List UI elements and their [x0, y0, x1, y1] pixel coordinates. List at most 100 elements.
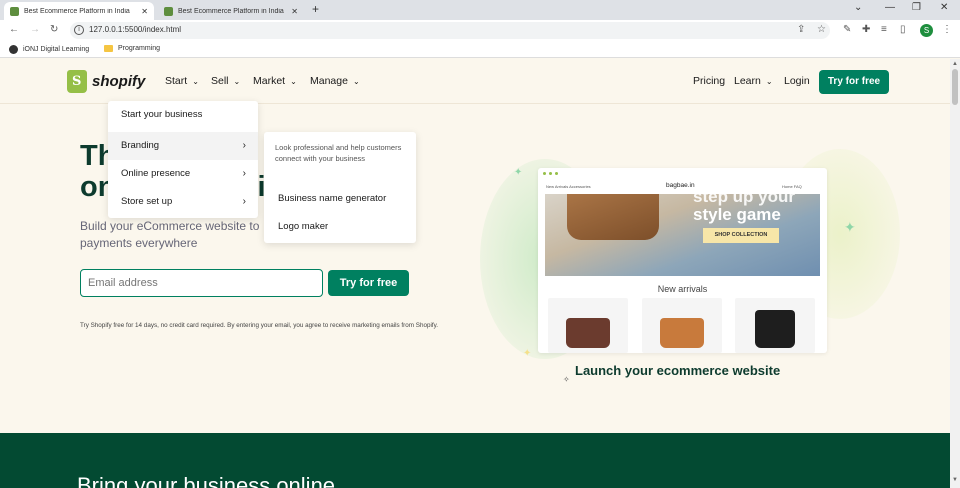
- tab-title: Best Ecommerce Platform in India: [178, 7, 284, 15]
- chevron-right-icon: ›: [242, 196, 246, 207]
- shopify-favicon-icon: [10, 6, 19, 16]
- menu-item-label: Store set up: [121, 196, 173, 207]
- mockup-product-card: [735, 298, 815, 353]
- globe-icon: [9, 45, 18, 54]
- nav-label: Manage: [310, 75, 348, 87]
- menu-item-label: Online presence: [121, 168, 191, 179]
- trial-disclaimer: Try Shopify free for 14 days, no credit …: [80, 322, 439, 329]
- mockup-product-card: [548, 298, 628, 353]
- branding-submenu: Look professional and help customers con…: [264, 132, 416, 243]
- handbag-image: [660, 318, 704, 348]
- nav-market[interactable]: Market ⌄: [253, 75, 297, 87]
- nav-login[interactable]: Login: [784, 75, 810, 87]
- tab-title: Best Ecommerce Platform in India: [24, 7, 130, 15]
- mockup-store-name: bagbae.in: [666, 182, 695, 189]
- scroll-thumb[interactable]: [952, 69, 958, 105]
- scroll-up-icon[interactable]: ▲: [952, 61, 958, 67]
- extension-pen-icon[interactable]: ✎: [843, 24, 851, 35]
- handbag-image: [567, 194, 659, 240]
- reading-list-icon[interactable]: ≡: [881, 24, 887, 35]
- nav-pricing[interactable]: Pricing: [693, 75, 725, 87]
- shopify-bag-icon: [67, 70, 87, 93]
- logo-text: shopify: [92, 73, 146, 90]
- browser-tabstrip: Best Ecommerce Platform in India ✕ Best …: [0, 0, 960, 20]
- new-tab-icon[interactable]: +: [312, 2, 319, 16]
- nav-sell[interactable]: Sell ⌄: [211, 75, 240, 87]
- bookmark-label: iONJ Digital Learning: [23, 46, 90, 53]
- mockup-headline-main: style game: [693, 205, 781, 224]
- menu-item-online-presence[interactable]: Online presence ›: [108, 160, 258, 188]
- restore-icon[interactable]: ❐: [912, 2, 921, 13]
- page-scrollbar[interactable]: ▲ ▼: [950, 59, 960, 488]
- band-heading: Bring your business online: [77, 473, 336, 488]
- mockup-caption: Launch your ecommerce website: [575, 363, 781, 378]
- submenu-description: Look professional and help customers con…: [275, 143, 402, 163]
- mockup-banner: step up your style game SHOP COLLECTION: [545, 194, 820, 276]
- page-viewport: shopify Start ⌄ Sell ⌄ Market ⌄ Manage ⌄ Pri…: [0, 59, 950, 488]
- handbag-image: [566, 318, 610, 348]
- close-icon[interactable]: ✕: [291, 7, 298, 16]
- mockup-nav-right: Home FAQ: [782, 184, 802, 189]
- mockup-headline-top: step up your: [693, 194, 796, 206]
- share-icon[interactable]: ⇪: [797, 24, 805, 35]
- email-input[interactable]: [80, 269, 323, 297]
- bookmark-label: Programming: [118, 45, 161, 52]
- tab-search-icon[interactable]: ⌄: [854, 2, 862, 13]
- browser-toolbar: ← → ↻ i 127.0.0.1:5500/index.html ⇪ ☆ ✎ …: [0, 20, 960, 41]
- submenu-logo-maker[interactable]: Logo maker: [278, 221, 328, 232]
- mockup-window-dots: [543, 172, 558, 175]
- menu-item-store-setup[interactable]: Store set up ›: [108, 188, 258, 216]
- shopify-favicon-icon: [164, 6, 173, 16]
- folder-icon: [104, 45, 113, 52]
- extensions-puzzle-icon[interactable]: ✚: [862, 24, 870, 35]
- bookmark-ionj[interactable]: iONJ Digital Learning: [9, 45, 89, 54]
- menu-item-start-business[interactable]: Start your business: [108, 101, 258, 129]
- sparkle-icon: ✦: [523, 348, 532, 359]
- minimize-icon[interactable]: —: [885, 2, 895, 13]
- menu-item-label: Start your business: [121, 109, 203, 120]
- close-window-icon[interactable]: ✕: [940, 2, 948, 13]
- mockup-section-title: New arrivals: [657, 284, 708, 294]
- bookmark-programming[interactable]: Programming: [104, 45, 160, 52]
- site-info-icon[interactable]: i: [74, 25, 84, 35]
- forward-icon[interactable]: →: [30, 24, 40, 35]
- mockup-shop-button: SHOP COLLECTION: [703, 228, 779, 243]
- nav-label: Start: [165, 75, 188, 87]
- sparkle-icon: ✦: [844, 219, 856, 235]
- hero-subtitle: Build your eCommerce website to payments…: [80, 219, 260, 250]
- nav-label: Market: [253, 75, 286, 87]
- site-header: shopify Start ⌄ Sell ⌄ Market ⌄ Manage ⌄ Pri…: [0, 59, 950, 104]
- scroll-down-icon[interactable]: ▼: [952, 477, 958, 483]
- nav-start[interactable]: Start ⌄: [165, 75, 199, 87]
- side-panel-icon[interactable]: ▯: [900, 24, 906, 35]
- try-free-hero-button[interactable]: Try for free: [328, 270, 409, 296]
- nav-label: Sell: [211, 75, 229, 87]
- submenu-business-name-generator[interactable]: Business name generator: [278, 193, 386, 204]
- chevron-down-icon: ⌄: [290, 77, 297, 86]
- menu-item-branding[interactable]: Branding ›: [108, 132, 258, 160]
- reload-icon[interactable]: ↻: [50, 24, 58, 35]
- browser-tab-2[interactable]: Best Ecommerce Platform in India ✕: [158, 2, 304, 20]
- nav-label: Login: [784, 75, 810, 87]
- chevron-down-icon: ⌄: [352, 77, 360, 86]
- shopify-logo[interactable]: shopify: [67, 70, 145, 93]
- backpack-image: [755, 310, 795, 348]
- store-mockup: New Arrivals Accessories bagbae.in Home …: [538, 168, 827, 353]
- close-icon[interactable]: ✕: [141, 7, 148, 16]
- chevron-down-icon: ⌄: [765, 77, 773, 86]
- try-free-header-button[interactable]: Try for free: [819, 70, 889, 94]
- feature-band: Bring your business online: [0, 433, 950, 488]
- menu-kebab-icon[interactable]: ⋮: [942, 24, 952, 35]
- browser-tab-1[interactable]: Best Ecommerce Platform in India ✕: [4, 2, 154, 20]
- nav-label: Learn: [734, 75, 761, 87]
- nav-label: Pricing: [693, 75, 726, 87]
- nav-learn[interactable]: Learn ⌄: [734, 75, 773, 87]
- chevron-down-icon: ⌄: [233, 77, 241, 86]
- profile-avatar[interactable]: S: [920, 24, 933, 37]
- bookmark-star-icon[interactable]: ☆: [817, 24, 826, 35]
- chevron-right-icon: ›: [242, 140, 246, 151]
- address-bar[interactable]: i 127.0.0.1:5500/index.html: [70, 22, 830, 39]
- back-icon[interactable]: ←: [9, 24, 19, 35]
- nav-manage[interactable]: Manage ⌄: [310, 75, 360, 87]
- sparkle-icon: ✧: [563, 375, 570, 384]
